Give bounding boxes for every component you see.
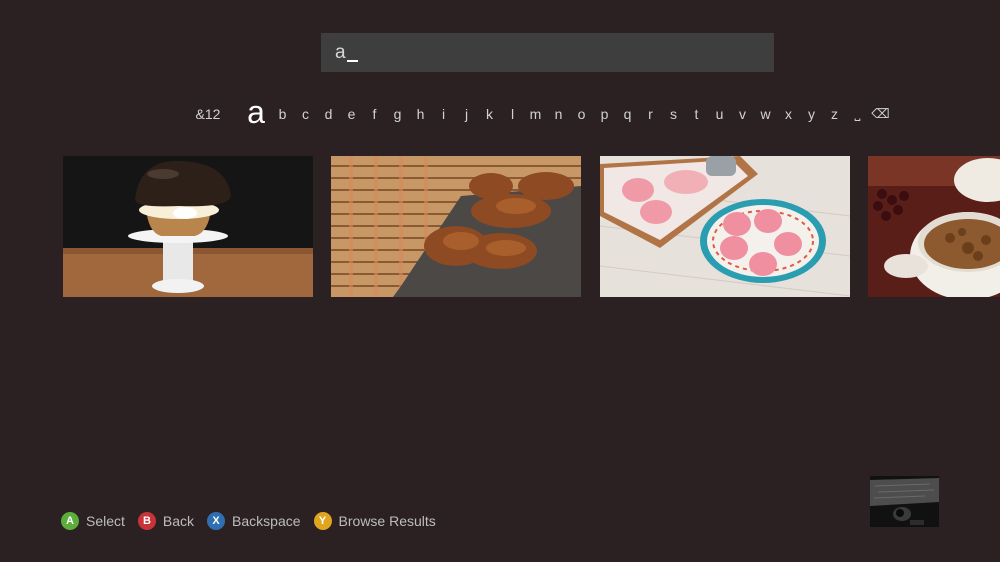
key-space[interactable]: ˽: [846, 105, 869, 128]
key-q[interactable]: q: [616, 105, 639, 128]
key-s[interactable]: s: [662, 105, 685, 128]
result-tile-stew[interactable]: [868, 156, 1000, 297]
cupcake-image: [63, 156, 313, 297]
key-b[interactable]: b: [271, 105, 294, 128]
search-query-text: a: [335, 42, 346, 63]
y-button-icon: Y: [313, 512, 332, 530]
key-a[interactable]: a: [241, 96, 271, 128]
key-h[interactable]: h: [409, 105, 432, 128]
key-d[interactable]: d: [317, 105, 340, 128]
hint-browse-results[interactable]: Y Browse Results: [313, 512, 436, 530]
hint-back[interactable]: B Back: [137, 512, 195, 530]
pink-sweets-image: [600, 156, 850, 297]
key-w[interactable]: w: [754, 105, 777, 128]
search-input[interactable]: a: [321, 33, 774, 72]
key-backspace-icon[interactable]: ⌫: [869, 105, 892, 128]
on-screen-keyboard: &12 a b c d e f g h i j k l m n o p q r …: [190, 96, 892, 128]
key-y[interactable]: y: [800, 105, 823, 128]
key-o[interactable]: o: [570, 105, 593, 128]
key-l[interactable]: l: [501, 105, 524, 128]
key-f[interactable]: f: [363, 105, 386, 128]
key-c[interactable]: c: [294, 105, 317, 128]
key-z[interactable]: z: [823, 105, 846, 128]
a-button-icon: A: [61, 512, 79, 530]
key-j[interactable]: j: [455, 105, 478, 128]
text-caret: [347, 60, 358, 62]
controller-hints: A Select B Back X Backspace Y Browse Res…: [61, 511, 449, 531]
key-u[interactable]: u: [708, 105, 731, 128]
stew-bowl-image: [868, 156, 1000, 297]
result-tile-fried-food[interactable]: [331, 156, 581, 297]
key-symbols[interactable]: &12: [190, 105, 226, 128]
result-tile-cupcake[interactable]: [63, 156, 313, 297]
key-e[interactable]: e: [340, 105, 363, 128]
hint-browse-results-label: Browse Results: [338, 513, 436, 529]
x-button-icon: X: [207, 512, 226, 530]
hint-backspace-label: Backspace: [232, 513, 301, 529]
key-p[interactable]: p: [593, 105, 616, 128]
kinect-camera-preview: [870, 476, 939, 527]
key-n[interactable]: n: [547, 105, 570, 128]
b-button-icon: B: [137, 512, 156, 530]
key-k[interactable]: k: [478, 105, 501, 128]
key-g[interactable]: g: [386, 105, 409, 128]
key-i[interactable]: i: [432, 105, 455, 128]
result-tile-pink-sweets[interactable]: [600, 156, 850, 297]
key-t[interactable]: t: [685, 105, 708, 128]
key-x[interactable]: x: [777, 105, 800, 128]
fried-food-image: [331, 156, 581, 297]
key-m[interactable]: m: [524, 105, 547, 128]
key-r[interactable]: r: [639, 105, 662, 128]
hint-backspace[interactable]: X Backspace: [207, 512, 301, 530]
hint-select-label: Select: [86, 513, 125, 529]
hint-back-label: Back: [162, 513, 195, 529]
hint-select[interactable]: A Select: [61, 512, 125, 530]
key-v[interactable]: v: [731, 105, 754, 128]
